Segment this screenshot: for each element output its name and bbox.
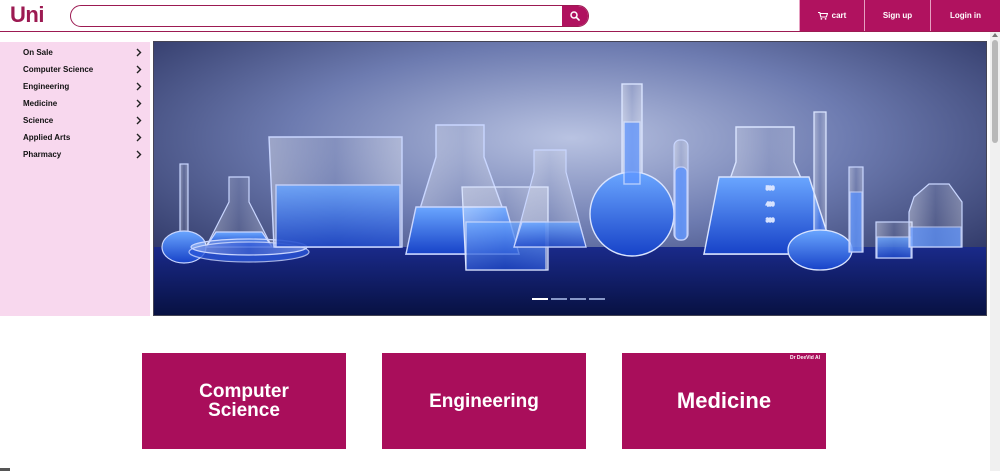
search-input[interactable] (71, 6, 564, 26)
sidebar-item-medicine[interactable]: Medicine (0, 95, 150, 112)
sidebar-item-label: Science (23, 116, 54, 125)
hero-lab-glassware-image: 500 400 300 (154, 42, 986, 315)
chevron-right-icon (136, 133, 142, 142)
carousel-indicator[interactable] (551, 298, 567, 300)
header-nav: cart Sign up Login in (799, 0, 1000, 31)
sidebar-item-label: Pharmacy (23, 150, 62, 159)
scroll-up-arrow-icon[interactable] (992, 33, 998, 37)
category-tile-engineering[interactable]: Engineering (382, 353, 586, 449)
category-sidebar: On Sale Computer Science Engineering Med… (0, 42, 150, 316)
sidebar-item-label: Medicine (23, 99, 58, 108)
tile-label: Medicine (676, 388, 772, 413)
tile-label: Computer Science (199, 381, 289, 421)
sidebar-item-on-sale[interactable]: On Sale (0, 44, 150, 61)
login-button[interactable]: Login in (930, 0, 1000, 31)
sidebar-item-pharmacy[interactable]: Pharmacy (0, 146, 150, 163)
chevron-right-icon (136, 116, 142, 125)
cart-label: cart (831, 11, 847, 20)
sidebar-item-computer-science[interactable]: Computer Science (0, 61, 150, 78)
category-tile-computer-science[interactable]: Computer Science (142, 353, 346, 449)
cart-icon (817, 11, 828, 20)
sidebar-item-label: On Sale (23, 48, 53, 57)
cart-button[interactable]: cart (799, 0, 864, 31)
carousel-indicator[interactable] (570, 298, 586, 300)
carousel-indicator[interactable] (532, 298, 548, 300)
logo[interactable]: Uni (10, 2, 44, 28)
sidebar-item-science[interactable]: Science (0, 112, 150, 129)
signup-button[interactable]: Sign up (864, 0, 930, 31)
search-bar (70, 5, 589, 27)
svg-text:400: 400 (766, 202, 775, 208)
chevron-right-icon (136, 150, 142, 159)
page-scrollbar[interactable] (990, 32, 1000, 471)
svg-text:300: 300 (766, 218, 775, 224)
header: Uni cart Sign up Login in (0, 0, 1000, 32)
chevron-right-icon (136, 65, 142, 74)
sidebar-item-engineering[interactable]: Engineering (0, 78, 150, 95)
tile-label: Engineering (429, 390, 539, 412)
carousel-indicators (532, 298, 605, 300)
sidebar-item-label: Applied Arts (23, 133, 71, 142)
sidebar-item-label: Computer Science (23, 65, 94, 74)
watermark-text: Dr DeeVid AI (789, 355, 820, 361)
search-icon (570, 11, 580, 21)
sidebar-item-applied-arts[interactable]: Applied Arts (0, 129, 150, 146)
svg-text:500: 500 (766, 186, 775, 192)
search-button[interactable] (562, 6, 588, 26)
chevron-right-icon (136, 99, 142, 108)
carousel-indicator[interactable] (589, 298, 605, 300)
chevron-right-icon (136, 82, 142, 91)
hero-carousel[interactable]: 500 400 300 (153, 41, 987, 316)
chevron-right-icon (136, 48, 142, 57)
sidebar-item-label: Engineering (23, 82, 70, 91)
category-tile-medicine[interactable]: Dr DeeVid AI Medicine (622, 353, 826, 449)
scroll-thumb[interactable] (992, 40, 998, 143)
